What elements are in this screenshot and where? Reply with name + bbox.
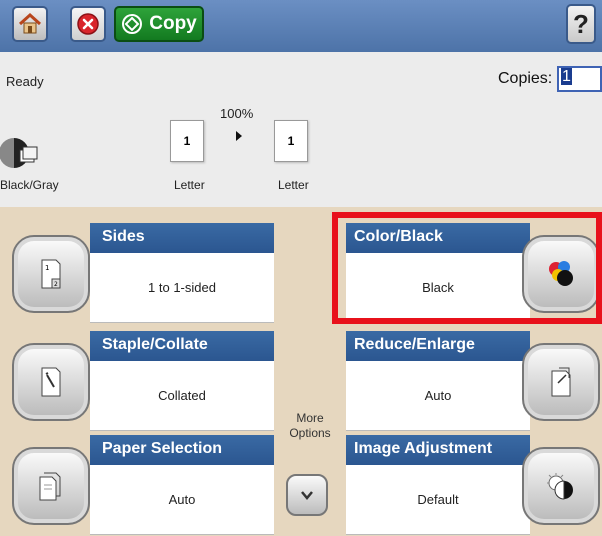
home-icon (18, 12, 42, 34)
copies-value: 1 (561, 68, 572, 85)
home-button[interactable] (12, 6, 48, 42)
status-text: Ready (6, 74, 44, 89)
more-options-button[interactable] (286, 474, 328, 516)
reduce-enlarge-title: Reduce/Enlarge (346, 331, 530, 361)
status-area: Ready Copies: 1 Black/Gray 100% 1 1 Lett… (0, 52, 602, 207)
stop-button[interactable] (70, 6, 106, 42)
image-adjust-icon (547, 473, 573, 500)
color-circles-icon (549, 261, 573, 286)
help-icon: ? (573, 8, 589, 39)
input-page-thumbnail: 1 (170, 120, 204, 162)
reduce-enlarge-button[interactable] (522, 343, 600, 421)
copy-start-button[interactable]: Copy (114, 6, 204, 42)
copies-label: Copies: (498, 70, 553, 87)
chevron-down-icon (301, 491, 313, 500)
reduce-enlarge-icon (551, 367, 571, 397)
reduce-enlarge-value: Auto (346, 361, 530, 431)
options-panel: 1 2 Sides 1 to 1-sided Staple/Collate Co… (0, 207, 602, 536)
output-page-number: 1 (287, 134, 295, 148)
input-size-label: Letter (174, 178, 205, 192)
copy-label: Copy (149, 13, 197, 34)
option-color-black[interactable]: Color/Black Black (0, 223, 602, 324)
image-adjustment-value: Default (346, 465, 530, 535)
more-options-label: More Options (289, 411, 331, 440)
start-icon (122, 14, 143, 34)
color-mode-label: Black/Gray (0, 178, 59, 192)
input-page-number: 1 (183, 134, 191, 148)
color-black-button[interactable] (522, 235, 600, 313)
top-bar: Copy ? (0, 0, 602, 52)
color-black-value: Black (346, 253, 530, 323)
color-mode-icon (0, 138, 38, 168)
stop-icon (77, 13, 99, 35)
output-page-thumbnail: 1 (274, 120, 308, 162)
arrow-right-icon (236, 131, 242, 141)
color-black-title: Color/Black (346, 223, 530, 253)
copies-input[interactable]: 1 (557, 66, 602, 92)
image-adjustment-title: Image Adjustment (346, 435, 530, 465)
image-adjustment-button[interactable] (522, 447, 600, 525)
zoom-text: 100% (220, 106, 254, 121)
output-size-label: Letter (278, 178, 309, 192)
help-button[interactable]: ? (566, 4, 596, 44)
